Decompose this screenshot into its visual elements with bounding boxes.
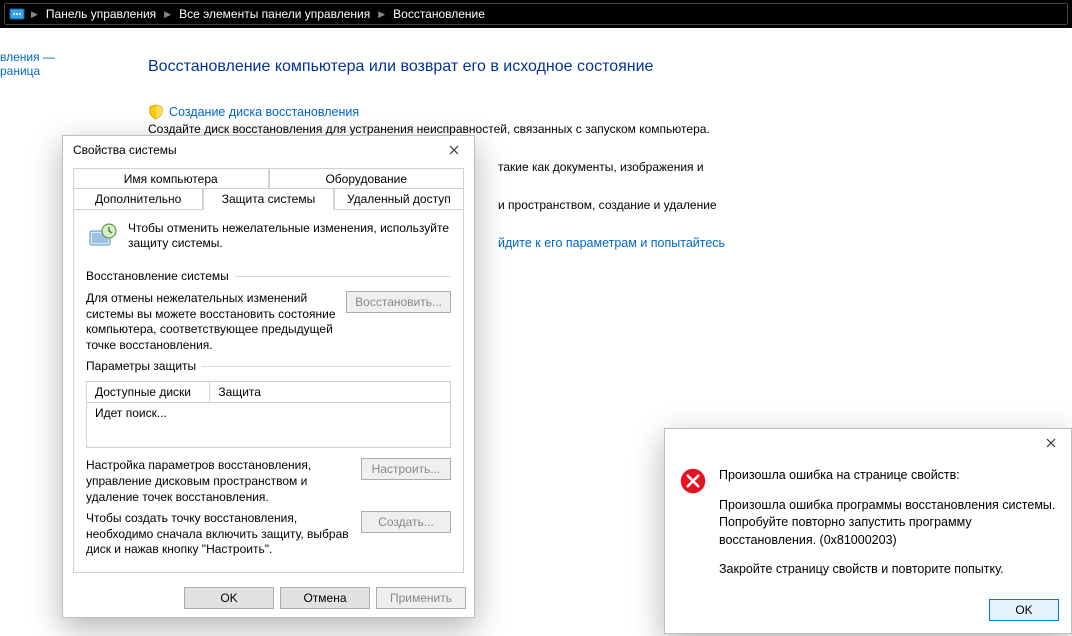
breadcrumb-item[interactable]: Восстановление — [387, 7, 491, 21]
tab-hardware[interactable]: Оборудование — [269, 168, 465, 189]
description-text: Создайте диск восстановления для устране… — [148, 122, 1072, 136]
close-icon — [1046, 438, 1056, 448]
group-label-restore: Восстановление системы — [86, 269, 451, 283]
dialog-title: Свойства системы — [73, 143, 177, 157]
create-description: Чтобы создать точку восстановления, необ… — [86, 511, 351, 558]
chevron-right-icon: ▶ — [162, 9, 173, 20]
error-icon — [679, 467, 707, 495]
left-pane-link-fragment[interactable]: раница — [0, 64, 55, 78]
drives-table: Доступные диски Защита Идет поиск... — [86, 381, 451, 448]
close-icon — [449, 145, 459, 155]
table-header-protection[interactable]: Защита — [210, 382, 450, 403]
group-label-params: Параметры защиты — [86, 359, 451, 373]
chevron-right-icon: ▶ — [29, 9, 40, 20]
ok-button[interactable]: OK — [989, 599, 1059, 621]
table-searching-text: Идет поиск... — [95, 406, 442, 420]
breadcrumb-item[interactable]: Панель управления — [40, 7, 162, 21]
system-properties-dialog: Свойства системы Имя компьютера Оборудов… — [62, 135, 475, 618]
address-bar-inner[interactable]: ▶ Панель управления ▶ Все элементы панел… — [4, 3, 1068, 25]
configure-button: Настроить... — [361, 458, 451, 480]
control-panel-icon — [9, 6, 25, 22]
restore-description: Для отмены нежелательных изменений систе… — [86, 291, 336, 353]
create-recovery-disk-link[interactable]: Создание диска восстановления — [169, 105, 359, 119]
tab-system-protection[interactable]: Защита системы — [203, 188, 333, 210]
apply-button: Применить — [376, 587, 466, 609]
error-line-2: Произошла ошибка программы восстановлени… — [719, 497, 1057, 550]
tab-advanced[interactable]: Дополнительно — [73, 188, 203, 210]
shield-icon — [148, 104, 164, 120]
page-title: Восстановление компьютера или возврат ег… — [148, 58, 1072, 76]
info-text: Чтобы отменить нежелательные изменения, … — [128, 221, 451, 253]
partial-text: такие как документы, изображения и — [498, 160, 1072, 174]
error-dialog: Произошла ошибка на странице свойств: Пр… — [664, 428, 1072, 634]
configure-description: Настройка параметров восстановления, упр… — [86, 458, 351, 505]
close-button[interactable] — [1037, 433, 1065, 453]
partial-link[interactable]: йдите к его параметрам и попытайтесь — [498, 236, 1072, 250]
breadcrumb-item[interactable]: Все элементы панели управления — [173, 7, 376, 21]
restore-button: Восстановить... — [346, 291, 451, 313]
partial-text: и пространством, создание и удаление — [498, 198, 1072, 212]
tab-strip: Имя компьютера Оборудование Дополнительн… — [73, 168, 464, 573]
close-button[interactable] — [440, 140, 468, 160]
dialog-titlebar — [665, 429, 1071, 457]
error-text: Произошла ошибка на странице свойств: Пр… — [719, 467, 1057, 591]
cancel-button[interactable]: Отмена — [280, 587, 370, 609]
address-bar: ▶ Панель управления ▶ Все элементы панел… — [0, 0, 1072, 28]
error-line-1: Произошла ошибка на странице свойств: — [719, 467, 1057, 485]
table-header-drives[interactable]: Доступные диски — [87, 382, 210, 403]
left-pane-link-fragment[interactable]: вления — — [0, 50, 55, 64]
dialog-buttons: OK Отмена Применить — [63, 581, 474, 617]
system-restore-icon — [86, 221, 118, 253]
table-body: Идет поиск... — [87, 403, 450, 447]
ok-button[interactable]: OK — [184, 587, 274, 609]
dialog-titlebar: Свойства системы — [63, 136, 474, 164]
left-pane-links: вления — раница — [0, 50, 55, 78]
tab-computer-name[interactable]: Имя компьютера — [73, 168, 269, 189]
tab-pane: Чтобы отменить нежелательные изменения, … — [73, 209, 464, 573]
error-line-3: Закройте страницу свойств и повторите по… — [719, 561, 1057, 579]
create-button: Создать... — [361, 511, 451, 533]
tab-remote-access[interactable]: Удаленный доступ — [334, 188, 464, 210]
chevron-right-icon: ▶ — [376, 9, 387, 20]
